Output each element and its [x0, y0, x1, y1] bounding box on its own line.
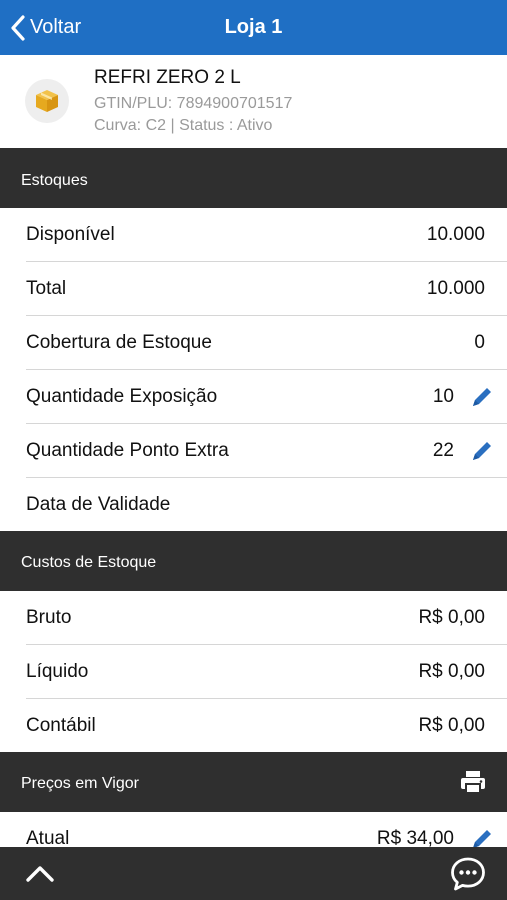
row-total: Total 10.000: [0, 262, 507, 316]
row-value: 10.000: [426, 224, 485, 245]
section-precos: Preços em Vigor: [0, 752, 507, 812]
row-value: 10: [432, 386, 454, 407]
chevron-up-icon[interactable]: [22, 859, 58, 889]
row-data-validade[interactable]: Data de Validade: [0, 478, 507, 532]
box-icon: [36, 90, 58, 112]
row-label: Líquido: [26, 661, 89, 682]
row-label: Bruto: [26, 607, 72, 628]
product-curve-status: Curva: C2 | Status : Ativo: [94, 117, 273, 134]
product-name: REFRI ZERO 2 L: [94, 67, 241, 88]
row-value: R$ 0,00: [418, 661, 485, 682]
row-contabil: Contábil R$ 0,00: [0, 699, 507, 753]
row-bruto: Bruto R$ 0,00: [0, 591, 507, 645]
row-label: Data de Validade: [26, 494, 171, 515]
product-gtin: GTIN/PLU: 7894900701517: [94, 95, 293, 112]
product-card: REFRI ZERO 2 L GTIN/PLU: 7894900701517 C…: [0, 55, 507, 148]
section-title: Preços em Vigor: [21, 775, 139, 792]
row-disponivel: Disponível 10.000: [0, 208, 507, 262]
row-value: R$ 0,00: [418, 607, 485, 628]
row-label: Contábil: [26, 715, 96, 736]
back-label: Voltar: [30, 16, 82, 38]
chat-bubble-icon[interactable]: [449, 855, 487, 893]
row-value: 10.000: [426, 278, 485, 299]
edit-pencil-icon[interactable]: [469, 438, 495, 464]
row-value: 0: [474, 332, 485, 353]
bottom-toolbar: [0, 847, 507, 900]
back-button[interactable]: Voltar: [10, 0, 81, 55]
row-label: Disponível: [26, 224, 115, 245]
row-quantidade-exposicao: Quantidade Exposição 10: [0, 370, 507, 424]
product-avatar: [25, 79, 69, 123]
edit-pencil-icon[interactable]: [469, 384, 495, 410]
row-value: R$ 0,00: [418, 715, 485, 736]
row-cobertura: Cobertura de Estoque 0: [0, 316, 507, 370]
row-label: Quantidade Ponto Extra: [26, 440, 229, 461]
row-label: Cobertura de Estoque: [26, 332, 212, 353]
row-label: Total: [26, 278, 67, 299]
row-value: 22: [432, 440, 454, 461]
chevron-left-icon: [11, 14, 25, 41]
section-custos: Custos de Estoque: [0, 531, 507, 591]
row-label: Quantidade Exposição: [26, 386, 218, 407]
section-estoques: Estoques: [0, 148, 507, 208]
printer-icon[interactable]: [459, 768, 487, 796]
app-header: Voltar Loja 1: [0, 0, 507, 55]
row-quantidade-ponto-extra: Quantidade Ponto Extra 22: [0, 424, 507, 478]
section-title: Custos de Estoque: [21, 554, 157, 571]
row-liquido: Líquido R$ 0,00: [0, 645, 507, 699]
section-title: Estoques: [21, 172, 88, 189]
